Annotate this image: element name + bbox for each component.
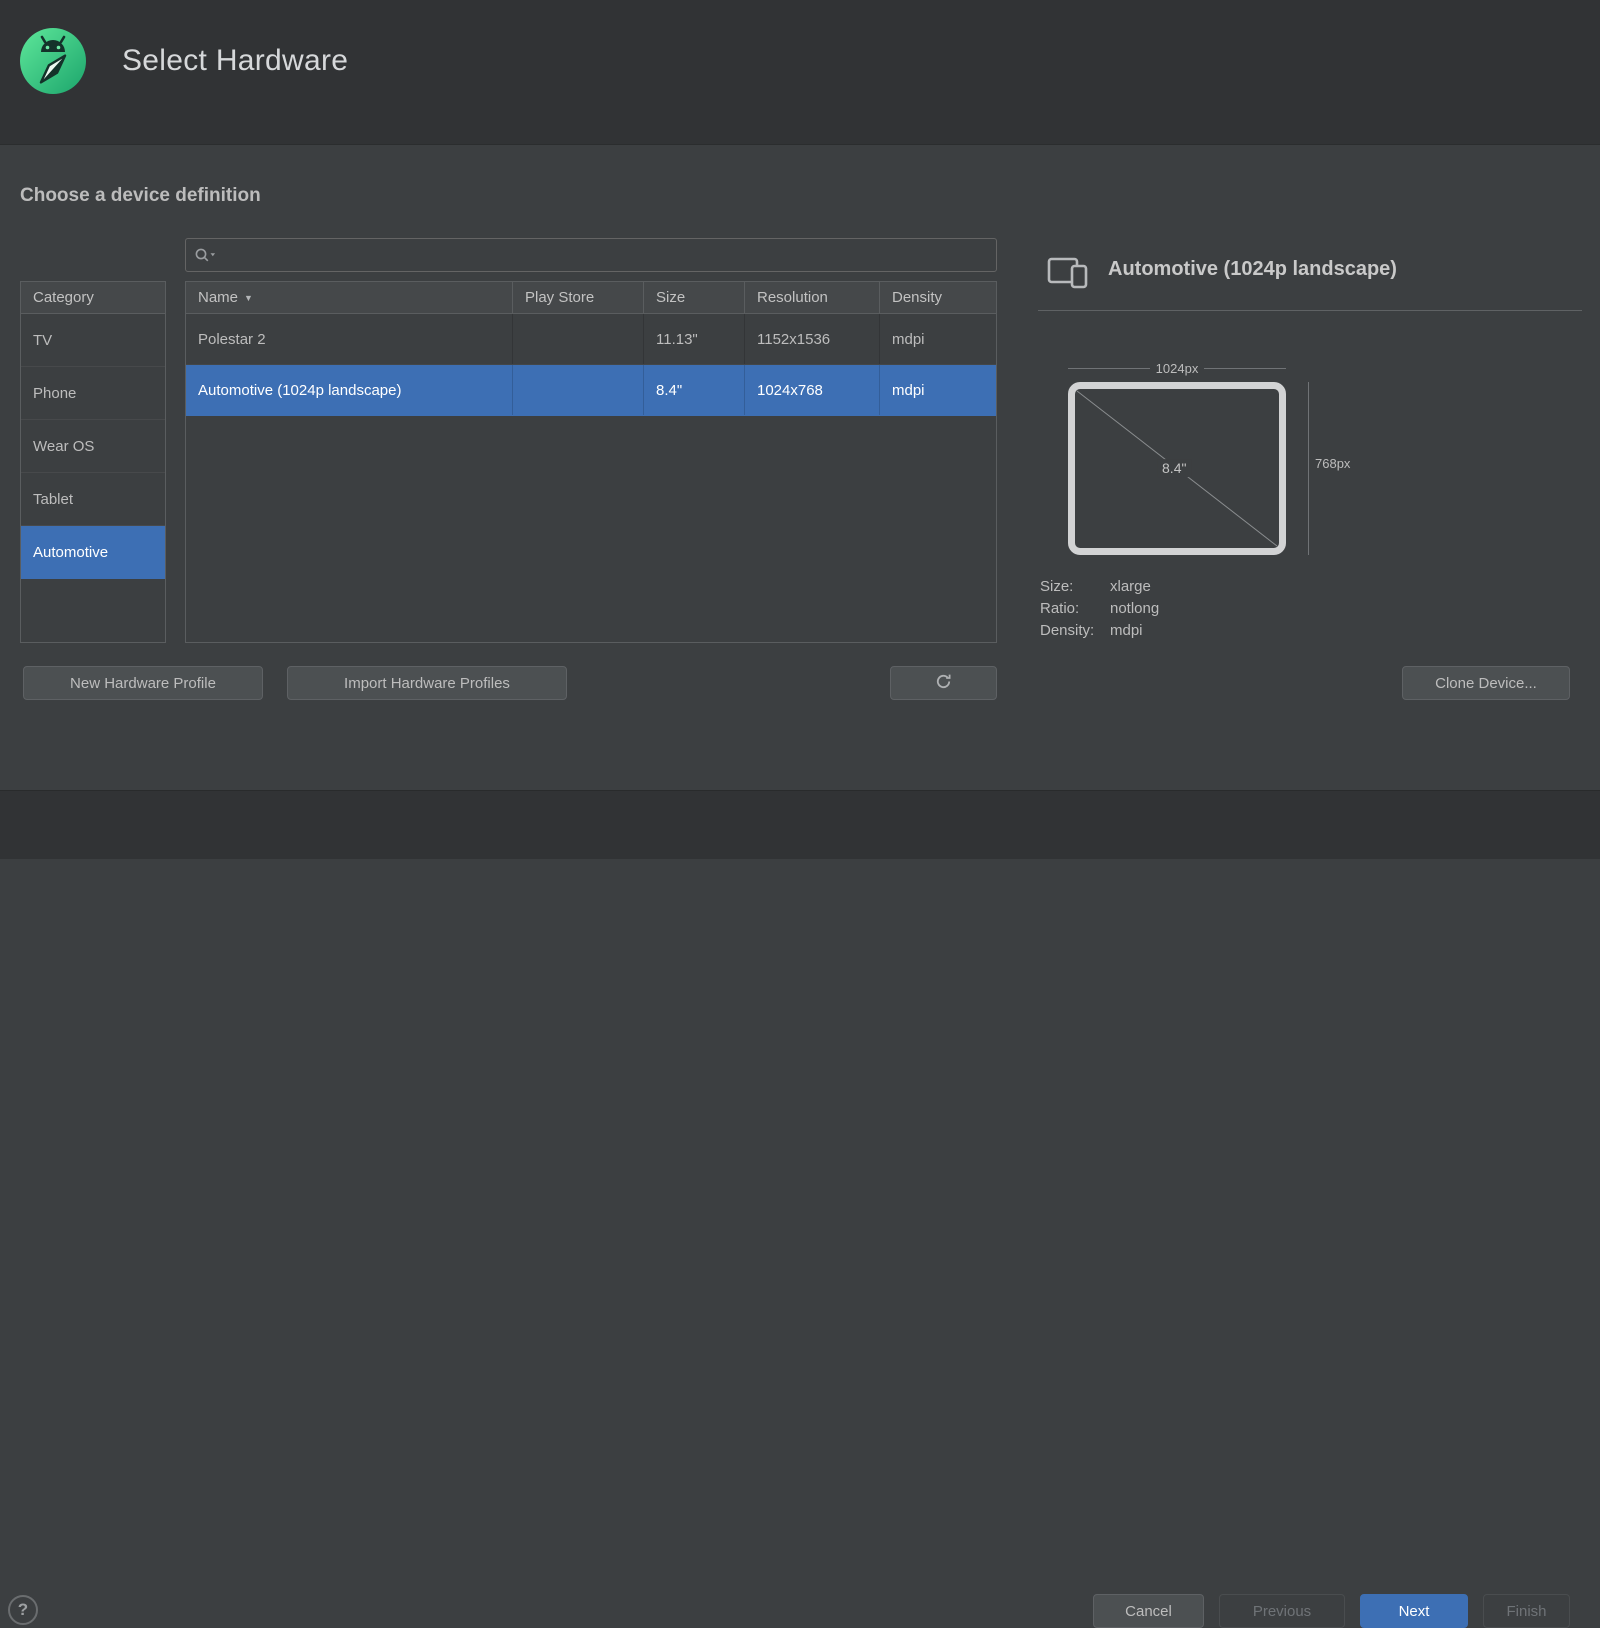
measure-line: [1204, 368, 1286, 369]
sort-descending-icon: ▼: [244, 293, 253, 303]
column-header-density[interactable]: Density: [880, 282, 996, 313]
help-icon[interactable]: ?: [8, 1595, 38, 1625]
cell-resolution: 1152x1536: [745, 314, 880, 364]
category-item-wear-os[interactable]: Wear OS: [21, 420, 165, 473]
cell-play-store: [513, 314, 644, 364]
cell-density: mdpi: [880, 314, 996, 364]
device-specs: Size: xlarge Ratio: notlong Density: mdp…: [1040, 575, 1159, 641]
dialog-title: Select Hardware: [122, 44, 348, 78]
refresh-icon: [935, 673, 952, 694]
footer-buttons: Cancel Previous Next Finish: [1093, 1594, 1570, 1628]
category-column-header: Category: [21, 282, 165, 314]
spec-density: Density: mdpi: [1040, 619, 1159, 641]
finish-button[interactable]: Finish: [1483, 1594, 1570, 1628]
cell-name: Automotive (1024p landscape): [186, 365, 513, 415]
device-row-automotive-1024p[interactable]: Automotive (1024p landscape) 8.4" 1024x7…: [186, 365, 996, 416]
spec-size-value: xlarge: [1110, 578, 1151, 595]
diagram-height-label: 768px: [1315, 456, 1350, 471]
next-button[interactable]: Next: [1360, 1594, 1468, 1628]
column-header-name-label: Name: [198, 289, 238, 306]
column-header-size[interactable]: Size: [644, 282, 745, 313]
hardware-device-icon: [1046, 254, 1090, 295]
spec-size: Size: xlarge: [1040, 575, 1159, 597]
spec-density-value: mdpi: [1110, 622, 1143, 639]
cell-play-store: [513, 365, 644, 415]
cell-density: mdpi: [880, 365, 996, 415]
detail-divider: [1038, 310, 1582, 311]
cancel-button[interactable]: Cancel: [1093, 1594, 1204, 1628]
column-header-play-store[interactable]: Play Store: [513, 282, 644, 313]
diagram-width-label: 1024px: [1156, 361, 1199, 376]
category-item-tv[interactable]: TV: [21, 314, 165, 367]
device-table-header: Name ▼ Play Store Size Resolution Density: [186, 282, 996, 314]
previous-button[interactable]: Previous: [1219, 1594, 1345, 1628]
cell-size: 8.4": [644, 365, 745, 415]
detail-device-title: Automotive (1024p landscape): [1108, 258, 1397, 281]
dialog-footer: ? Cancel Previous Next Finish: [0, 790, 1600, 859]
spec-ratio: Ratio: notlong: [1040, 597, 1159, 619]
diagram-height-measure-line: [1308, 382, 1309, 555]
device-table: Name ▼ Play Store Size Resolution Density…: [185, 281, 997, 643]
device-screen-diagram: 8.4": [1068, 382, 1286, 555]
refresh-button[interactable]: [890, 666, 997, 700]
import-hardware-profiles-button[interactable]: Import Hardware Profiles: [287, 666, 567, 700]
section-heading: Choose a device definition: [20, 185, 261, 207]
category-panel: Category TV Phone Wear OS Tablet Automot…: [20, 281, 166, 643]
cell-resolution: 1024x768: [745, 365, 880, 415]
android-studio-logo-icon: [18, 26, 88, 96]
diagram-width-measure: 1024px: [1068, 360, 1286, 376]
column-header-name[interactable]: Name ▼: [186, 282, 513, 313]
category-item-tablet[interactable]: Tablet: [21, 473, 165, 526]
cell-name: Polestar 2: [186, 314, 513, 364]
clone-device-button[interactable]: Clone Device...: [1402, 666, 1570, 700]
device-row-polestar-2[interactable]: Polestar 2 11.13" 1152x1536 mdpi: [186, 314, 996, 365]
spec-ratio-label: Ratio:: [1040, 600, 1110, 617]
cell-size: 11.13": [644, 314, 745, 364]
category-item-phone[interactable]: Phone: [21, 367, 165, 420]
dialog-header: Select Hardware: [0, 0, 1600, 145]
spec-ratio-value: notlong: [1110, 600, 1159, 617]
search-field[interactable]: [185, 238, 997, 272]
category-item-automotive[interactable]: Automotive: [21, 526, 165, 579]
new-hardware-profile-button[interactable]: New Hardware Profile: [23, 666, 263, 700]
search-input[interactable]: [223, 247, 988, 264]
spec-size-label: Size:: [1040, 578, 1110, 595]
search-icon: [194, 247, 217, 263]
column-header-resolution[interactable]: Resolution: [745, 282, 880, 313]
measure-line: [1068, 368, 1150, 369]
spec-density-label: Density:: [1040, 622, 1110, 639]
diagram-diagonal-label: 8.4": [1157, 459, 1191, 477]
